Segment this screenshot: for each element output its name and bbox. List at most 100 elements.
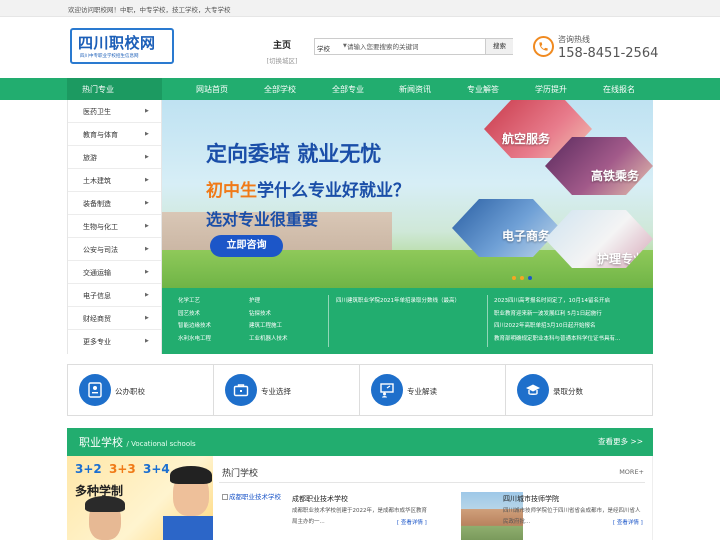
id-card-icon bbox=[79, 374, 111, 406]
sidebar-item-label: 电子信息 bbox=[83, 292, 111, 300]
sidebar-item[interactable]: 电子信息 ▶ bbox=[68, 284, 161, 307]
chevron-right-icon: ▶ bbox=[145, 223, 149, 229]
hex-label: 高铁乘务 bbox=[591, 169, 640, 183]
sidebar-item-label: 医药卫生 bbox=[83, 108, 111, 116]
school-detail-link[interactable]: [ 查看详情 ] bbox=[397, 518, 427, 526]
school-image-broken[interactable]: 成都职业技术学校 bbox=[222, 492, 284, 514]
switch-city-link[interactable]: [切换城区] bbox=[262, 55, 302, 65]
schools-subtitle: / Vocational schools bbox=[126, 440, 196, 448]
nav-news[interactable]: 新闻资讯 bbox=[399, 84, 431, 95]
major-link[interactable]: 工业机器人技术 bbox=[249, 333, 288, 346]
sidebar-item[interactable]: 装备制造 ▶ bbox=[68, 192, 161, 215]
chevron-right-icon: ▶ bbox=[145, 131, 149, 137]
hot-majors-tab[interactable]: 热门专业 bbox=[67, 78, 162, 100]
sidebar-item[interactable]: 财经商贸 ▶ bbox=[68, 307, 161, 330]
news-link[interactable]: 四川建筑职业学院2021年单招录取分数线（最高） bbox=[336, 295, 460, 308]
sidebar-item[interactable]: 更多专业 ▶ bbox=[68, 330, 161, 353]
category-admission-scores[interactable]: 录取分数 bbox=[506, 365, 652, 415]
home-block: 主页 [切换城区] bbox=[262, 38, 302, 65]
major-link[interactable]: 园艺技术 bbox=[178, 308, 211, 321]
major-link[interactable]: 护理 bbox=[249, 295, 288, 308]
hotline-number: 158-8451-2564 bbox=[558, 46, 659, 61]
school-name[interactable]: 四川城市技师学院 bbox=[503, 494, 559, 504]
student-shirt bbox=[163, 516, 213, 540]
sidebar-item[interactable]: 交通运输 ▶ bbox=[68, 261, 161, 284]
sidebar-item[interactable]: 公安与司法 ▶ bbox=[68, 238, 161, 261]
hex-card-ecommerce[interactable]: 电子商务 bbox=[452, 199, 560, 257]
major-link[interactable]: 水利水电工程 bbox=[178, 333, 211, 346]
banner-question: 初中生学什么专业好就业？ bbox=[206, 176, 410, 201]
hot-majors-label: 热门专业 bbox=[82, 85, 114, 94]
logo-title: 四川职校网 bbox=[78, 34, 156, 52]
strip-divider bbox=[487, 295, 488, 347]
school-name[interactable]: 成都职业技术学校 bbox=[292, 494, 348, 504]
news-link[interactable]: 2023四川高考报名时间定了，10月14留名开启 bbox=[494, 295, 620, 308]
category-label: 录取分数 bbox=[553, 387, 583, 396]
chevron-right-icon: ▶ bbox=[145, 154, 149, 160]
phone-icon bbox=[533, 36, 554, 57]
major-link[interactable]: 钻探技术 bbox=[249, 308, 288, 321]
nav-apply[interactable]: 在线报名 bbox=[603, 84, 635, 95]
news-col-1: 四川建筑职业学院2021年单招录取分数线（最高） bbox=[336, 295, 460, 308]
major-col-2: 护理 钻探技术 建筑工程施工 工业机器人技术 bbox=[249, 295, 288, 345]
promo-banner[interactable]: 3+2 3+3 3+4 多种学制 bbox=[67, 456, 213, 540]
carousel-dot[interactable] bbox=[520, 276, 524, 280]
category-major-choice[interactable]: 专业选择 bbox=[214, 365, 360, 415]
category-major-guide[interactable]: 专业解读 bbox=[360, 365, 506, 415]
chevron-right-icon: ▶ bbox=[145, 315, 149, 321]
sidebar-item[interactable]: 土木建筑 ▶ bbox=[68, 169, 161, 192]
hex-label: 航空服务 bbox=[502, 132, 551, 146]
sidebar-item[interactable]: 医药卫生 ▶ bbox=[68, 100, 161, 123]
hot-schools-panel: 热门学校 MORE+ 成都职业技术学校 成都职业技术学校 成都职业技术学校创建于… bbox=[213, 456, 653, 540]
consult-button[interactable]: 立即咨询 bbox=[210, 235, 283, 257]
major-link[interactable]: 化学工艺 bbox=[178, 295, 211, 308]
category-label: 专业选择 bbox=[261, 387, 291, 396]
search-input[interactable] bbox=[345, 40, 485, 53]
major-link[interactable]: 建筑工程施工 bbox=[249, 320, 288, 333]
category-public-schools[interactable]: 公办职校 bbox=[68, 365, 214, 415]
presentation-icon bbox=[371, 374, 403, 406]
search-type-select[interactable]: 学校 bbox=[317, 43, 330, 53]
sidebar-item[interactable]: 生物与化工 ▶ bbox=[68, 215, 161, 238]
student-hair bbox=[170, 466, 212, 484]
carousel-dot[interactable] bbox=[512, 276, 516, 280]
nav-all-majors[interactable]: 全部专业 bbox=[332, 84, 364, 95]
school-detail-link[interactable]: [ 查看详情 ] bbox=[613, 518, 643, 526]
nav-degree-up[interactable]: 学历提升 bbox=[535, 84, 567, 95]
news-link[interactable]: 四川2022年高职单招3月10日起开始报名 bbox=[494, 320, 620, 333]
carousel-dot-active[interactable] bbox=[528, 276, 532, 280]
hot-schools-more[interactable]: MORE+ bbox=[619, 468, 644, 476]
news-link[interactable]: 教育部明确规定职业本科与普通本科学位证书具有... bbox=[494, 333, 620, 346]
nav-all-schools[interactable]: 全部学校 bbox=[264, 84, 296, 95]
banner-headline: 定向委培 就业无忧 bbox=[206, 142, 382, 166]
schools-more-link[interactable]: 查看更多 >> bbox=[598, 436, 643, 447]
promo-num-3: 3+4 bbox=[143, 462, 170, 476]
hex-label: 电子商务 bbox=[502, 229, 551, 243]
news-link[interactable]: 职业教育迎来新一波发展红利 5月1日起施行 bbox=[494, 308, 620, 321]
nav-home[interactable]: 网站首页 bbox=[196, 84, 228, 95]
chevron-right-icon: ▶ bbox=[145, 269, 149, 275]
news-col-2: 2023四川高考报名时间定了，10月14留名开启 职业教育迎来新一波发展红利 5… bbox=[494, 295, 620, 345]
home-title[interactable]: 主页 bbox=[262, 38, 302, 51]
major-sidebar: 医药卫生 ▶ 教育与体育 ▶ 旅游 ▶ 土木建筑 ▶ 装备制造 ▶ 生物与化工 ▶ 公安与司… bbox=[67, 100, 162, 354]
sidebar-item[interactable]: 教育与体育 ▶ bbox=[68, 123, 161, 146]
search-button[interactable]: 搜索 bbox=[485, 39, 513, 54]
promo-num-1: 3+2 bbox=[75, 462, 102, 476]
nav-answers[interactable]: 专业解答 bbox=[467, 84, 499, 95]
major-link[interactable]: 智能边缘技术 bbox=[178, 320, 211, 333]
sidebar-item-label: 装备制造 bbox=[83, 200, 111, 208]
site-logo[interactable]: 四川职校网 四川中专职业学校招生信息网 bbox=[70, 28, 174, 64]
hero-banner[interactable]: 定向委培 就业无忧 初中生学什么专业好就业？ 选对专业很重要 立即咨询 航空服务… bbox=[162, 100, 653, 288]
banner-question-highlight: 初中生 bbox=[206, 181, 257, 201]
sidebar-item[interactable]: 旅游 ▶ bbox=[68, 146, 161, 169]
student-hair bbox=[85, 496, 125, 512]
sidebar-item-label: 旅游 bbox=[83, 154, 97, 162]
schools-title: 职业学校 / Vocational schools bbox=[79, 434, 196, 450]
sidebar-item-label: 土木建筑 bbox=[83, 177, 111, 185]
category-row: 公办职校 专业选择 专业解读 录取分数 bbox=[67, 364, 653, 416]
sidebar-item-label: 更多专业 bbox=[83, 338, 111, 346]
sidebar-item-label: 财经商贸 bbox=[83, 315, 111, 323]
quick-links-strip: 化学工艺 园艺技术 智能边缘技术 水利水电工程 护理 钻探技术 建筑工程施工 工… bbox=[162, 288, 653, 354]
divider bbox=[219, 482, 645, 483]
sidebar-item-label: 教育与体育 bbox=[83, 131, 118, 139]
